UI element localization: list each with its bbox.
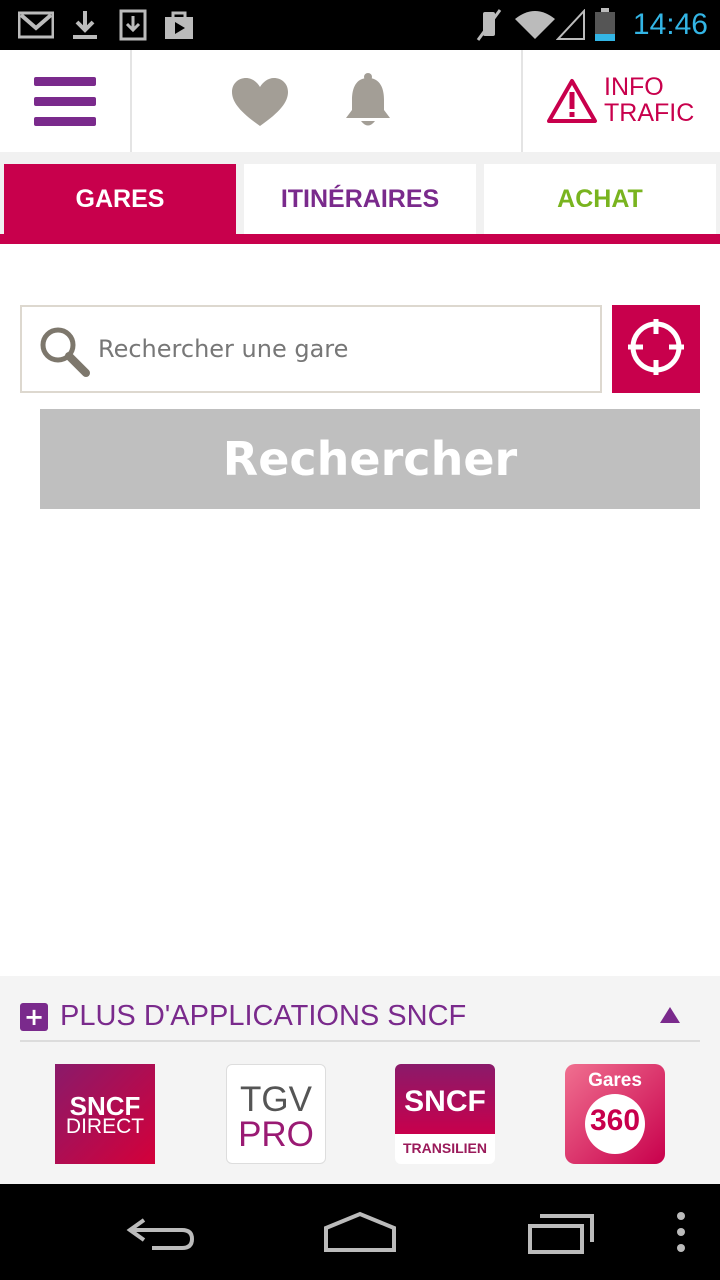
header-divider [521, 50, 523, 152]
back-icon[interactable] [124, 1206, 196, 1258]
recent-apps-icon[interactable] [526, 1206, 598, 1258]
tab-achat[interactable]: ACHAT [484, 164, 716, 234]
app-tgv-pro-line1: TGV [240, 1080, 312, 1119]
gmail-icon [18, 8, 54, 42]
status-bar: 14:46 [0, 0, 720, 50]
app-sncf-transilien-line1: SNCF [404, 1085, 486, 1118]
tab-itineraires[interactable]: ITINÉRAIRES [244, 164, 476, 234]
system-nav-bar [0, 1184, 720, 1280]
info-trafic-button[interactable]: INFO TRAFIC [524, 50, 720, 152]
home-icon[interactable] [322, 1206, 398, 1258]
crosshair-icon [627, 318, 685, 380]
chevron-up-icon[interactable] [660, 1007, 680, 1023]
app-sncf-transilien-line2: TRANSILIEN [403, 1140, 487, 1156]
app-sncf-direct-line2: DIRECT [65, 1115, 145, 1138]
heart-icon[interactable] [230, 76, 290, 128]
play-store-icon [162, 8, 196, 42]
search-input[interactable] [98, 307, 592, 391]
app-gares-360[interactable]: Gares 360 [565, 1064, 665, 1164]
app-sncf-direct[interactable]: SNCF DIRECT [55, 1064, 155, 1164]
more-apps-title: PLUS D'APPLICATIONS SNCF [60, 1000, 467, 1032]
search-button[interactable]: Rechercher [40, 409, 700, 509]
search-icon [38, 325, 90, 377]
warning-icon [546, 78, 598, 124]
app-sncf-transilien[interactable]: SNCF TRANSILIEN [395, 1064, 495, 1164]
download-icon [70, 8, 100, 42]
mute-icon [474, 8, 504, 42]
plus-icon: + [20, 1003, 48, 1031]
wifi-icon [514, 8, 556, 42]
search-box[interactable] [20, 305, 602, 393]
app-tgv-pro-line2: PRO [238, 1115, 314, 1154]
app-tgv-pro[interactable]: TGV PRO [226, 1064, 326, 1164]
more-apps-header[interactable]: + PLUS D'APPLICATIONS SNCF [20, 976, 700, 1042]
locate-button[interactable] [612, 305, 700, 393]
header-divider [130, 50, 132, 152]
info-trafic-line1: INFO [604, 73, 664, 101]
info-trafic-line2: TRAFIC [604, 99, 695, 127]
status-time: 14:46 [632, 8, 708, 41]
download-box-icon [118, 8, 148, 42]
app-header: INFO TRAFIC [0, 50, 720, 152]
signal-icon [556, 8, 586, 42]
tab-gares[interactable]: GARES [4, 164, 236, 234]
bell-icon[interactable] [344, 72, 392, 130]
app-gares-360-line1: Gares [588, 1070, 642, 1091]
more-apps-panel: + PLUS D'APPLICATIONS SNCF SNCF DIRECT T… [0, 976, 720, 1184]
battery-icon [592, 8, 618, 42]
overflow-menu-icon[interactable] [674, 1206, 688, 1258]
tab-underline [0, 234, 720, 244]
hamburger-menu-icon[interactable] [0, 50, 130, 152]
app-gares-360-line2: 360 [589, 1104, 641, 1137]
